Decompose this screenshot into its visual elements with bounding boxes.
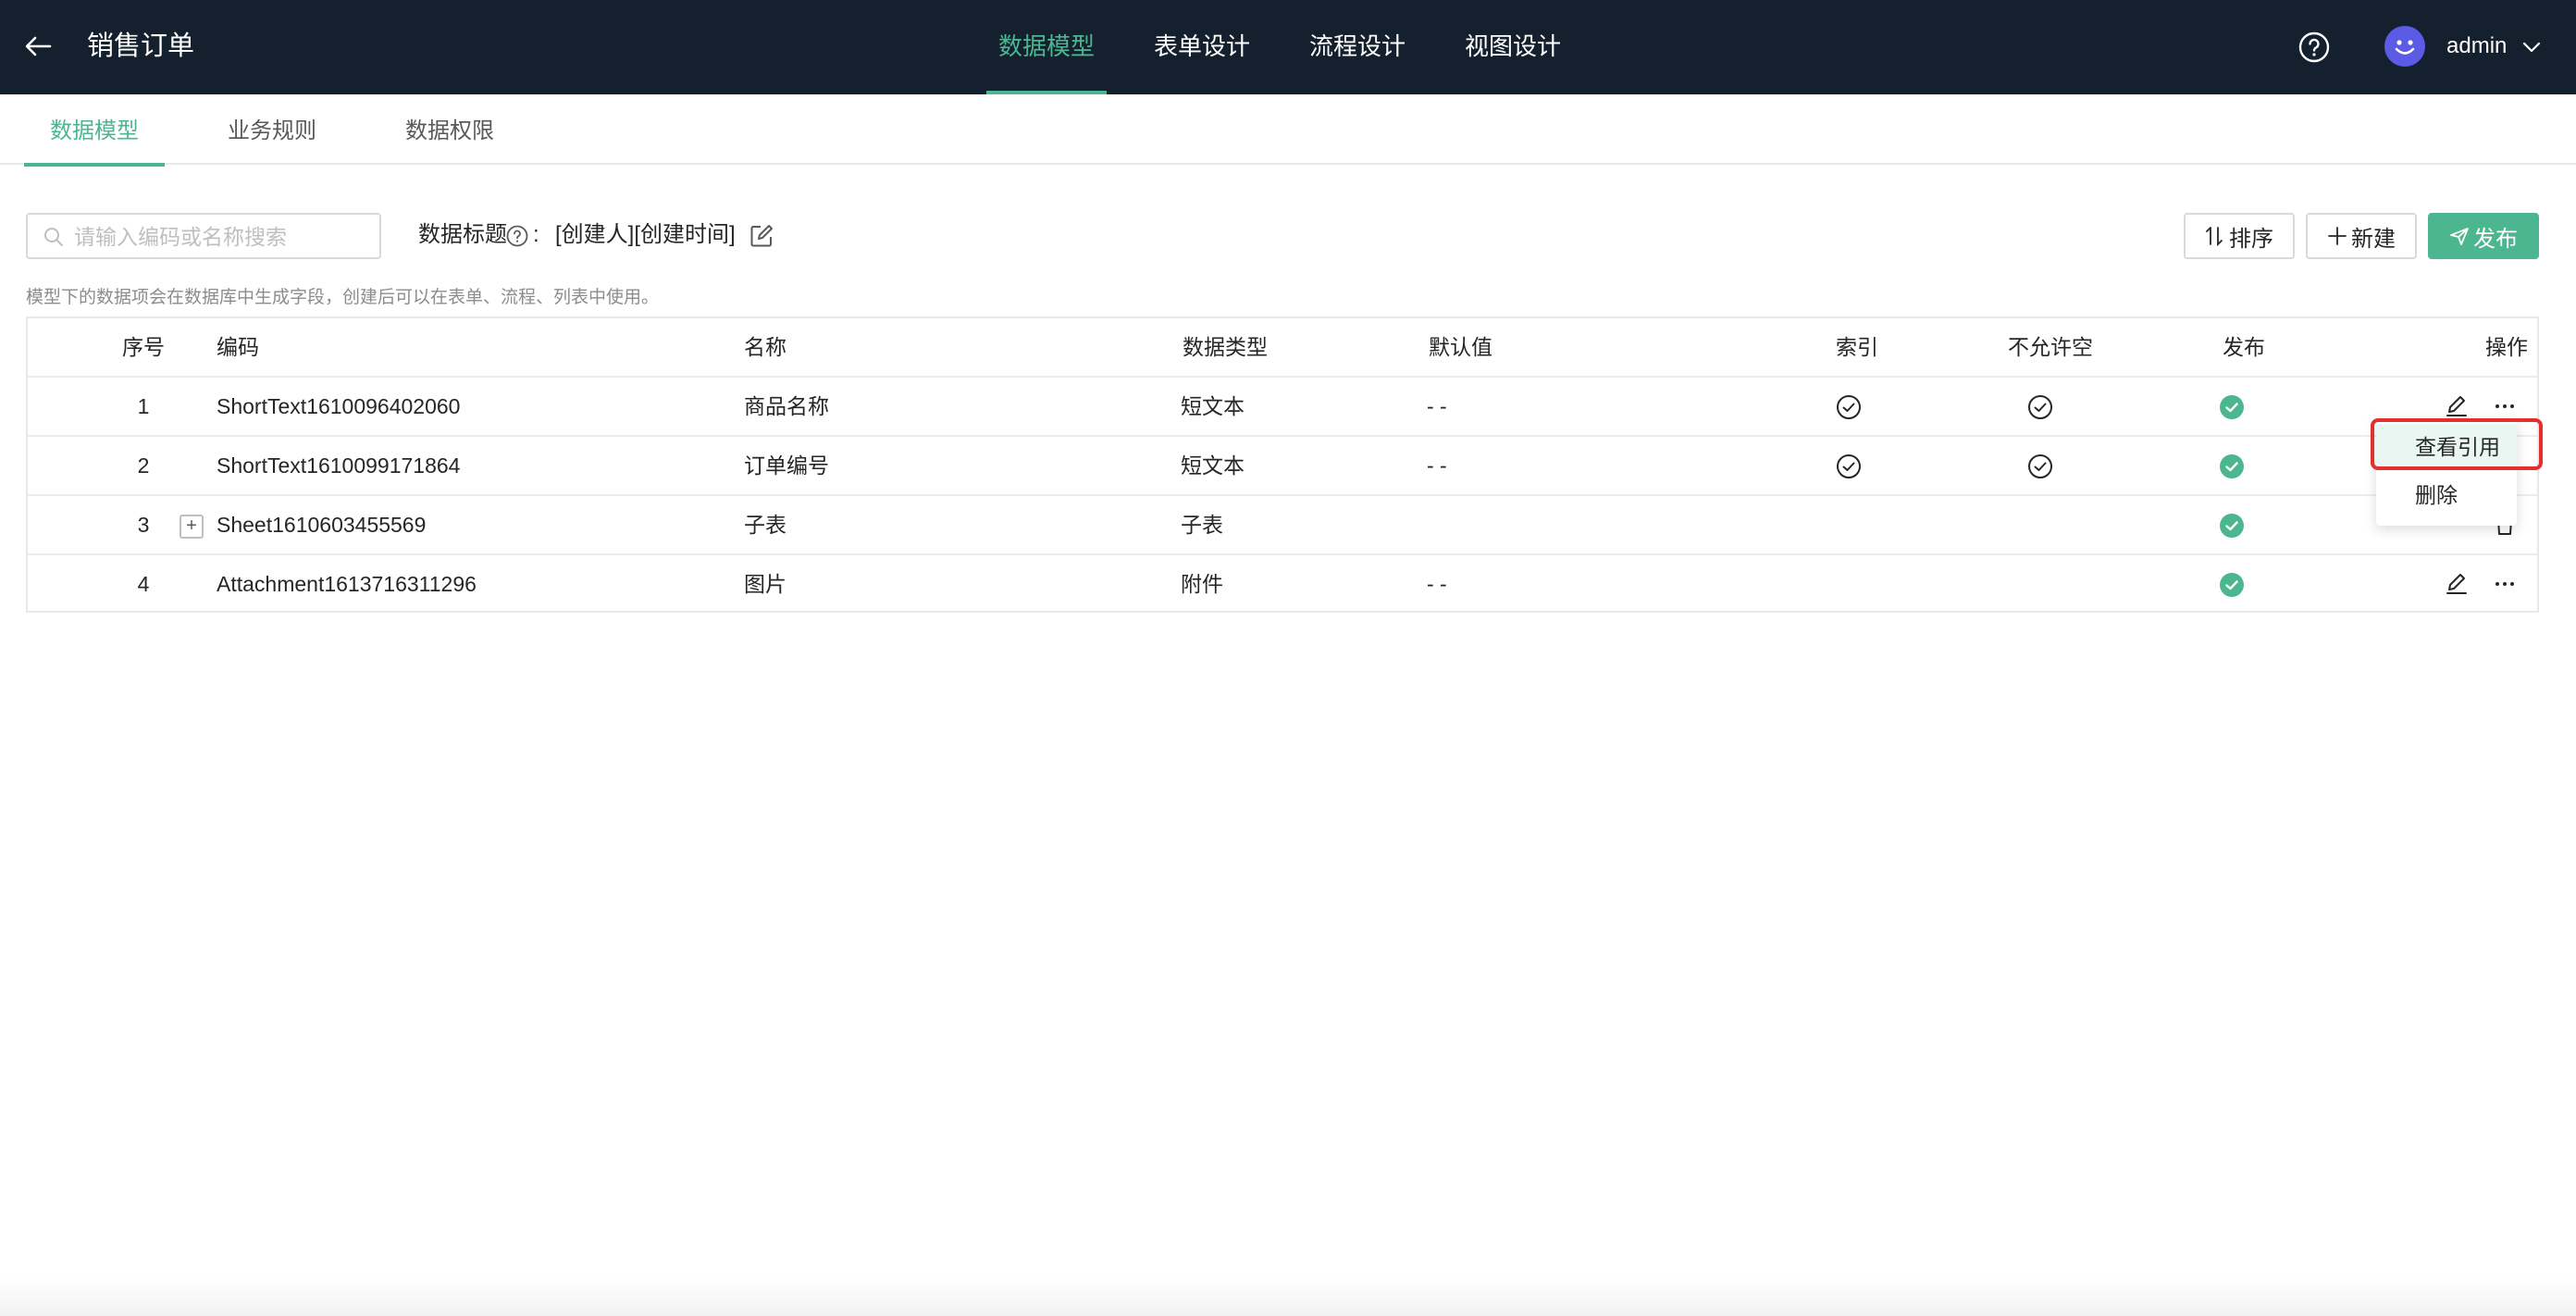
data-title-value: [创建人][创建时间] <box>555 222 736 247</box>
table-header-row: 序号 编码 名称 数据类型 默认值 索引 不允许空 发布 操作 <box>28 318 2537 378</box>
avatar[interactable] <box>2384 26 2425 67</box>
hint-text: 模型下的数据项会在数据库中生成字段，创建后可以在表单、流程、列表中使用。 <box>26 288 660 307</box>
top-nav: 数据模型 表单设计 流程设计 视图设计 <box>986 0 1608 94</box>
user-name[interactable]: admin <box>2446 30 2507 63</box>
question-circle-icon[interactable] <box>505 224 529 248</box>
row-name: 订单编号 <box>744 453 829 478</box>
row-default: - - <box>1427 572 1447 596</box>
row-name: 子表 <box>744 513 786 537</box>
row-code: Sheet1610603455569 <box>217 513 427 537</box>
row-code: ShortText1610099171864 <box>217 453 461 478</box>
publish-button[interactable]: 发布 <box>2428 213 2539 259</box>
col-header-no: 序号 <box>122 335 165 359</box>
tab-business-rules[interactable]: 业务规则 <box>228 94 316 165</box>
row-name: 图片 <box>744 572 786 596</box>
smiley-icon <box>2395 40 2415 55</box>
sub-tabs: 数据模型 业务规则 数据权限 <box>0 94 2576 167</box>
tab-data-model[interactable]: 数据模型 <box>24 94 165 167</box>
sort-label: 排序 <box>2229 226 2273 252</box>
sort-button[interactable]: 排序 <box>2184 213 2295 259</box>
check-circle-icon <box>1837 454 1861 478</box>
edit-pencil-icon[interactable] <box>2443 570 2471 598</box>
search-box[interactable] <box>26 213 381 259</box>
row-type: 附件 <box>1181 572 1223 596</box>
published-check-icon <box>2220 573 2244 597</box>
data-title-label: 数据标题 <box>418 222 507 247</box>
col-header-not-null: 不允许空 <box>2008 335 2093 359</box>
data-table: 序号 编码 名称 数据类型 默认值 索引 不允许空 发布 操作 1 ShortT… <box>26 317 2539 613</box>
row-type: 子表 <box>1181 513 1223 537</box>
plus-icon <box>2328 227 2347 245</box>
col-header-default: 默认值 <box>1429 335 1492 359</box>
highlight-annotation <box>2371 418 2543 470</box>
menu-item-delete[interactable]: 删除 <box>2376 472 2517 518</box>
row-code: Attachment1613716311296 <box>217 572 477 596</box>
top-nav-data-model[interactable]: 数据模型 <box>986 0 1108 94</box>
check-circle-icon <box>2028 395 2052 419</box>
search-input[interactable] <box>74 220 370 254</box>
top-bar: 销售订单 数据模型 表单设计 流程设计 视图设计 admin <box>0 0 2576 94</box>
table-row[interactable]: 3 + Sheet1610603455569 子表 子表 <box>28 496 2537 555</box>
table-row[interactable]: 1 ShortText1610096402060 商品名称 短文本 - - <box>28 378 2537 437</box>
data-title-colon: : <box>533 222 539 247</box>
send-icon <box>2450 228 2469 245</box>
new-label: 新建 <box>2351 226 2396 252</box>
check-circle-icon <box>1837 395 1861 419</box>
col-header-published: 发布 <box>2223 335 2265 359</box>
row-no: 1 <box>137 394 150 418</box>
chevron-down-icon[interactable] <box>2520 35 2544 59</box>
more-icon[interactable] <box>2491 392 2519 420</box>
row-no: 4 <box>137 572 150 596</box>
sort-icon <box>2206 227 2223 247</box>
row-code: ShortText1610096402060 <box>217 394 461 418</box>
edit-icon[interactable] <box>748 222 775 250</box>
top-nav-form-design[interactable]: 表单设计 <box>1142 0 1262 94</box>
col-header-code: 编码 <box>217 335 259 359</box>
back-arrow-icon[interactable] <box>20 28 57 65</box>
row-type: 短文本 <box>1181 453 1245 478</box>
table-row[interactable]: 4 Attachment1613716311296 图片 附件 - - <box>28 555 2537 615</box>
published-check-icon <box>2220 454 2244 478</box>
table-row[interactable]: 2 ShortText1610099171864 订单编号 短文本 - - <box>28 437 2537 496</box>
row-default: - - <box>1427 453 1447 478</box>
col-header-actions: 操作 <box>2485 335 2528 359</box>
col-header-type: 数据类型 <box>1183 335 1268 359</box>
publish-label: 发布 <box>2473 226 2518 252</box>
published-check-icon <box>2220 514 2244 538</box>
col-header-name: 名称 <box>744 335 786 359</box>
row-no: 2 <box>137 453 150 478</box>
top-nav-process-design[interactable]: 流程设计 <box>1297 0 1418 94</box>
col-header-index: 索引 <box>1836 335 1878 359</box>
expand-plus-icon[interactable]: + <box>180 515 204 539</box>
row-name: 商品名称 <box>744 394 829 418</box>
more-icon[interactable] <box>2491 570 2519 598</box>
published-check-icon <box>2220 395 2244 419</box>
edit-pencil-icon[interactable] <box>2443 392 2471 420</box>
page-bottom-shade <box>0 1277 2576 1316</box>
top-nav-view-design[interactable]: 视图设计 <box>1453 0 1573 94</box>
search-icon <box>44 228 63 246</box>
help-icon[interactable] <box>2297 31 2331 64</box>
row-default: - - <box>1427 394 1447 418</box>
row-type: 短文本 <box>1181 394 1245 418</box>
new-button[interactable]: 新建 <box>2306 213 2417 259</box>
check-circle-icon <box>2028 454 2052 478</box>
tab-data-permissions[interactable]: 数据权限 <box>405 94 494 165</box>
app-title: 销售订单 <box>87 31 195 61</box>
